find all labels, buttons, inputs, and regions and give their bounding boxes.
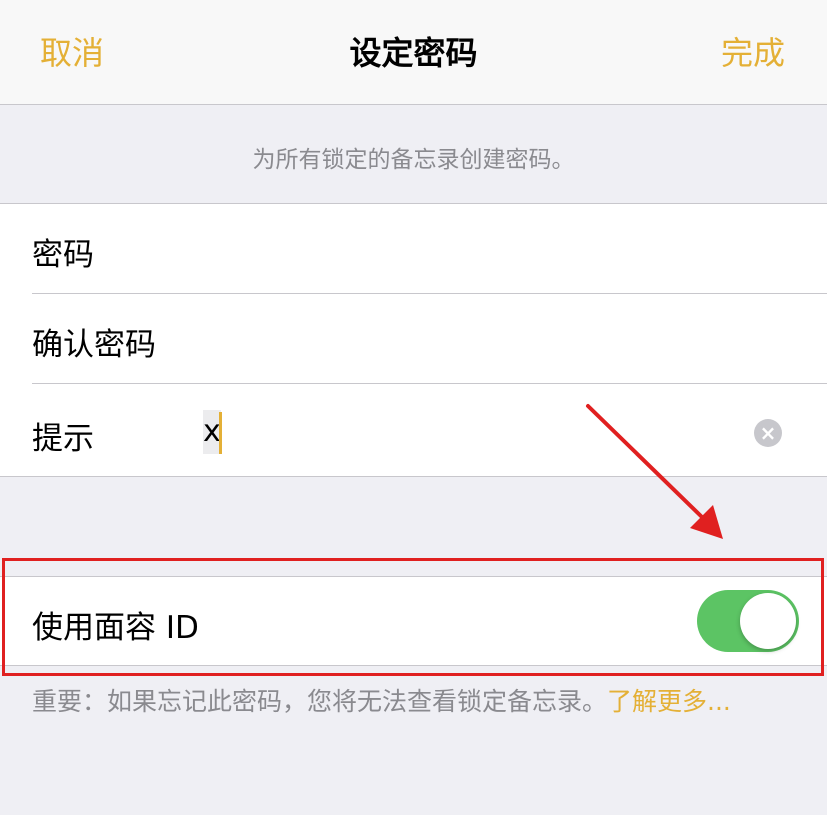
footer-note: 重要：如果忘记此密码，您将无法查看锁定备忘录。了解更多... [32,683,792,721]
footer-text: 重要：如果忘记此密码，您将无法查看锁定备忘录。 [32,687,608,716]
learn-more-link[interactable]: 了解更多... [607,687,731,716]
